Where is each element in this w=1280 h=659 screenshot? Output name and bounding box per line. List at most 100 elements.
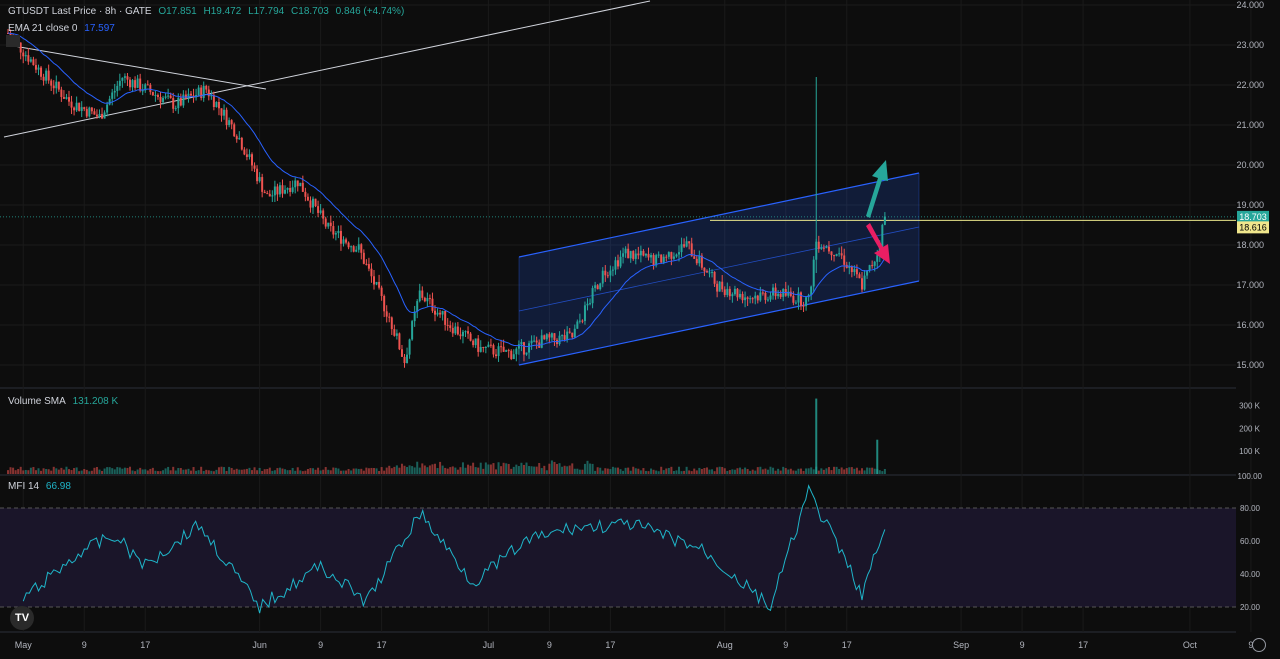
- volume-legend[interactable]: Volume SMA 131.208 K: [8, 396, 122, 407]
- candle-body: [294, 180, 297, 188]
- candle-body: [370, 268, 373, 277]
- volume-bar: [406, 467, 409, 474]
- candle-body: [830, 251, 833, 256]
- candle-body: [838, 253, 841, 255]
- candle-body: [263, 191, 266, 194]
- volume-bar: [609, 469, 612, 474]
- candle-body: [545, 334, 548, 340]
- candle-body: [599, 283, 602, 290]
- volume-bar: [400, 463, 403, 474]
- volume-bar: [589, 463, 592, 474]
- volume-bar: [342, 470, 345, 474]
- settings-gear-icon[interactable]: [1252, 638, 1266, 652]
- volume-bar: [807, 468, 810, 474]
- candle-body: [454, 326, 457, 334]
- volume-bar: [339, 470, 342, 474]
- volume-tick-label: 200 K: [1239, 424, 1261, 433]
- volume-bar: [759, 466, 762, 474]
- time-tick-label: 17: [842, 640, 852, 650]
- candle-body: [632, 251, 635, 259]
- time-tick-label: 9: [1020, 640, 1025, 650]
- volume-bar: [838, 468, 841, 474]
- volume-bar: [576, 468, 579, 474]
- volume-bar: [451, 466, 454, 474]
- parallel-channel[interactable]: [518, 172, 920, 366]
- volume-bar: [390, 468, 393, 474]
- volume-bar: [296, 467, 299, 474]
- candle-body: [62, 96, 65, 99]
- volume-bar: [113, 469, 116, 474]
- volume-bar: [533, 466, 536, 474]
- volume-bar: [827, 467, 830, 474]
- candle-body: [319, 210, 322, 213]
- volume-bar: [266, 468, 269, 474]
- volume-bar: [721, 466, 724, 474]
- ascending-trendline: [3, 0, 651, 138]
- candle-body: [123, 76, 126, 78]
- candle-body: [871, 265, 874, 267]
- candle-body: [29, 59, 32, 62]
- volume-bar: [106, 467, 109, 474]
- candle-body: [451, 327, 454, 334]
- volume-bar: [472, 462, 475, 474]
- candle-body: [190, 93, 192, 96]
- volume-bar: [723, 468, 726, 474]
- trend-lines[interactable]: [0, 0, 1236, 221]
- candle-body: [505, 350, 508, 352]
- volume-bar: [103, 468, 106, 474]
- volume-bar: [693, 468, 696, 474]
- volume-bars: [7, 398, 886, 474]
- volume-bar: [233, 469, 236, 474]
- price-chart[interactable]: May 9 17 Jun 9 17 Jul 9 17 Aug 9 17 Sep 9 17 Oct 924.000…: [0, 0, 1280, 659]
- volume-bar: [657, 471, 660, 474]
- candle-body: [705, 271, 708, 273]
- candle-body: [779, 293, 782, 297]
- candle-body: [355, 249, 358, 252]
- volume-bar: [782, 466, 785, 474]
- candle-body: [723, 289, 726, 295]
- volume-bar: [12, 467, 15, 474]
- candle-body: [327, 222, 330, 227]
- candle-body: [693, 256, 696, 259]
- candle-body: [858, 274, 861, 279]
- candle-body: [510, 350, 513, 360]
- candle-body: [113, 90, 116, 93]
- candle-body: [558, 335, 561, 344]
- volume-bar: [637, 468, 640, 474]
- volume-bar: [563, 465, 566, 474]
- candle-body: [761, 292, 764, 294]
- volume-bar: [606, 468, 609, 474]
- candle-body: [230, 120, 233, 125]
- volume-bar: [474, 467, 477, 474]
- ema-value: 17.597: [84, 23, 115, 34]
- candle-body: [34, 65, 37, 70]
- volume-bar: [739, 467, 741, 474]
- volume-bar: [464, 467, 467, 474]
- candle-body: [604, 270, 607, 276]
- volume-bar: [324, 467, 327, 474]
- candle-body: [868, 265, 871, 271]
- volume-bar: [642, 468, 645, 474]
- candle-body: [416, 301, 419, 312]
- symbol-title[interactable]: GTUSDT Last Price · 8h · GATE: [8, 6, 152, 17]
- mfi-legend[interactable]: MFI 14 66.98: [8, 481, 75, 492]
- mfi-tick-label: 40.00: [1240, 570, 1261, 579]
- mfi-label: MFI 14: [8, 481, 40, 492]
- candle-body: [822, 247, 825, 249]
- volume-bar: [60, 467, 63, 474]
- candle-body: [434, 310, 436, 315]
- volume-bar: [62, 469, 65, 474]
- candlesticks: [7, 28, 886, 368]
- volume-bar: [484, 462, 487, 474]
- candle-body: [253, 165, 256, 169]
- candle-body: [60, 89, 63, 97]
- candle-body: [446, 324, 449, 326]
- volume-bar: [162, 470, 165, 474]
- mfi-value: 66.98: [45, 481, 71, 492]
- ema-legend[interactable]: EMA 21 close 0 17.597: [8, 23, 119, 34]
- volume-bar: [578, 469, 581, 474]
- volume-bar: [698, 467, 701, 474]
- tradingview-logo-icon[interactable]: TV: [10, 606, 34, 630]
- volume-bar: [604, 468, 607, 474]
- volume-bar: [556, 464, 558, 474]
